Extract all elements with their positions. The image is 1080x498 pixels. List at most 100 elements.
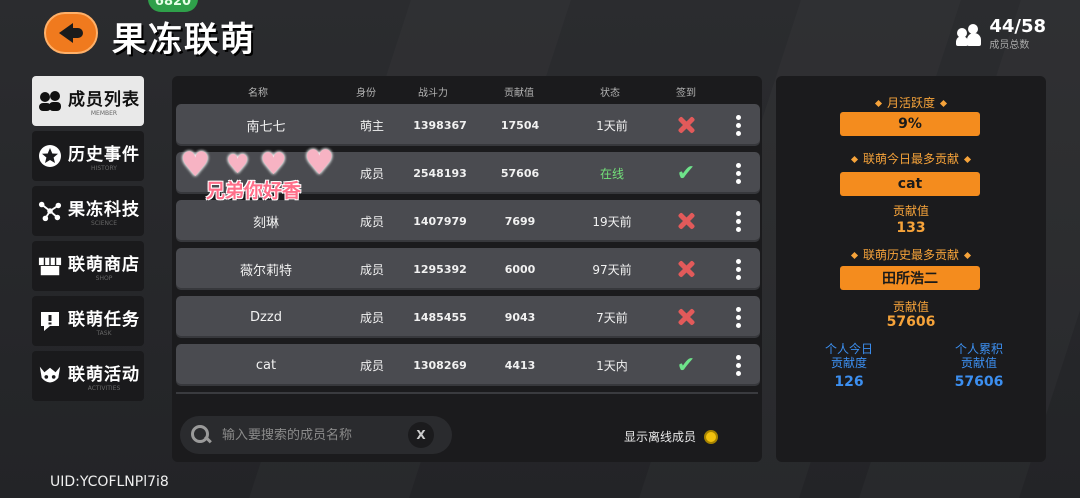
member-table-panel: 名称 身份 战斗力 贡献值 状态 签到 南七七 萌主 1398367 17504 1天前… — [172, 76, 762, 462]
cell-role: 成员 — [359, 262, 384, 277]
history-top-sub: 贡献值 — [892, 300, 929, 314]
sidebar-item-sublabel: SCIENCE — [90, 220, 118, 227]
sidebar: 成员列表 MEMBER 历史事件 HISTORY 果冻科技 SCIENCE 联萌… — [32, 76, 144, 406]
cell-power: 1485455 — [413, 310, 467, 324]
stats-panel: 月活跃度 9% 联萌今日最多贡献 cat 贡献值 133 联萌历史最多贡献 田所… — [776, 76, 1046, 462]
sidebar-item-label: 联萌商店 — [68, 255, 140, 275]
cell-role: 萌主 — [359, 118, 384, 133]
member-count-value: 44/58 — [989, 16, 1046, 37]
cell-name: Dzzd — [250, 309, 282, 325]
sidebar-item-sublabel: SHOP — [95, 275, 113, 282]
column-header-status: 状态 — [600, 88, 620, 99]
sidebar-item-label: 联萌任务 — [68, 310, 140, 330]
cell-role: 成员 — [359, 310, 384, 325]
more-options-icon[interactable] — [724, 296, 754, 338]
today-top-name: cat — [840, 172, 980, 196]
sidebar-item-label: 成员列表 — [68, 90, 140, 110]
show-offline-label: 显示离线成员 — [624, 430, 697, 444]
cell-contribution: 7699 — [504, 214, 536, 228]
cell-name: 刻琳 — [252, 215, 279, 231]
table-row[interactable]: 薇尔莉特 成员 1295392 6000 97天前 — [176, 248, 760, 290]
page-title: 果冻联萌 — [112, 20, 256, 60]
star-icon — [38, 144, 62, 168]
more-options-icon[interactable] — [724, 344, 754, 386]
cell-power: 2548193 — [413, 166, 467, 180]
cell-power: 1308269 — [413, 358, 467, 372]
activities-icon — [38, 364, 62, 388]
personal-total-stat: 个人累积 贡献值 57606 — [934, 342, 1024, 390]
sidebar-item-task[interactable]: 联萌任务 TASK — [32, 296, 144, 346]
today-top-label: 联萌今日最多贡献 — [776, 150, 1046, 167]
column-header-name: 名称 — [248, 88, 268, 99]
signed-check-icon: ✔ — [676, 160, 696, 186]
table-row[interactable]: 南七七 萌主 1398367 17504 1天前 — [176, 104, 760, 146]
back-button[interactable] — [44, 12, 98, 54]
sidebar-item-sublabel: HISTORY — [91, 165, 117, 172]
members-icon — [38, 89, 62, 113]
sidebar-item-members[interactable]: 成员列表 MEMBER — [32, 76, 144, 126]
members-icon — [956, 22, 982, 48]
show-offline-toggle[interactable]: 显示离线成员 — [624, 428, 719, 445]
sidebar-item-label: 历史事件 — [68, 145, 140, 165]
member-count: 44/58 成员总数 — [956, 16, 1046, 51]
sidebar-item-sublabel: ACTIVITIES — [87, 385, 121, 392]
monthly-active-value: 9% — [840, 112, 980, 136]
divider — [176, 392, 758, 394]
personal-total-label-2: 贡献值 — [960, 356, 997, 370]
sticker-text: 兄弟你好香 — [206, 180, 302, 202]
cell-role: 成员 — [359, 214, 384, 229]
personal-today-value: 126 — [834, 374, 864, 390]
more-options-icon[interactable] — [724, 104, 754, 146]
cell-contribution: 9043 — [504, 310, 536, 324]
shop-icon — [38, 254, 62, 278]
history-top-name: 田所浩二 — [840, 266, 980, 290]
more-options-icon[interactable] — [724, 200, 754, 242]
sidebar-item-shop[interactable]: 联萌商店 SHOP — [32, 241, 144, 291]
today-top-value: 133 — [896, 220, 926, 236]
unsigned-x-icon — [668, 296, 704, 338]
column-header-contribution: 贡献值 — [504, 88, 534, 99]
history-top-label: 联萌历史最多贡献 — [776, 246, 1046, 263]
toggle-indicator-icon[interactable] — [704, 429, 719, 444]
column-header-power: 战斗力 — [418, 88, 448, 99]
cell-status: 1天前 — [596, 118, 628, 133]
top-badge: 6820 — [148, 0, 198, 12]
today-top-sub: 贡献值 — [892, 204, 929, 218]
unsigned-x-icon — [668, 104, 704, 146]
personal-today-label: 个人今日 — [824, 342, 873, 356]
cell-name: 薇尔莉特 — [239, 263, 292, 279]
member-count-label: 成员总数 — [989, 40, 1030, 51]
clear-search-button[interactable]: X — [408, 422, 434, 448]
cell-name: cat — [255, 357, 277, 373]
cell-contribution: 17504 — [500, 118, 540, 132]
table-row[interactable]: 刻琳 成员 1407979 7699 19天前 — [176, 200, 760, 242]
sidebar-item-label: 联萌活动 — [68, 365, 140, 385]
network-icon — [38, 199, 62, 223]
more-options-icon[interactable] — [724, 152, 754, 194]
sidebar-item-sublabel: MEMBER — [90, 110, 118, 117]
more-options-icon[interactable] — [724, 248, 754, 290]
sidebar-item-history[interactable]: 历史事件 HISTORY — [32, 131, 144, 181]
cell-contribution: 4413 — [504, 358, 536, 372]
overlay-sticker: ♥ ♥ ♥ ♥ 兄弟你好香 — [180, 146, 346, 206]
cell-contribution: 6000 — [504, 262, 536, 276]
table-row[interactable]: cat 成员 1308269 4413 1天内 ✔ — [176, 344, 760, 386]
heart-icon: ♥ — [304, 143, 335, 183]
search-input[interactable] — [222, 427, 400, 443]
cell-name: 南七七 — [246, 119, 286, 135]
cell-status: 在线 — [599, 166, 624, 181]
cell-status: 1天内 — [596, 358, 628, 373]
cell-status: 19天前 — [592, 214, 632, 229]
monthly-active-label: 月活跃度 — [776, 94, 1046, 111]
sidebar-item-sublabel: TASK — [96, 330, 112, 337]
cell-role: 成员 — [359, 166, 384, 181]
cell-power: 1407979 — [413, 214, 467, 228]
sidebar-item-science[interactable]: 果冻科技 SCIENCE — [32, 186, 144, 236]
personal-total-label: 个人累积 — [954, 342, 1003, 356]
cell-role: 成员 — [359, 358, 384, 373]
table-row[interactable]: Dzzd 成员 1485455 9043 7天前 — [176, 296, 760, 338]
personal-today-stat: 个人今日 贡献度 126 — [804, 342, 894, 390]
column-header-role: 身份 — [356, 88, 376, 99]
task-icon — [38, 309, 62, 333]
sidebar-item-activities[interactable]: 联萌活动 ACTIVITIES — [32, 351, 144, 401]
